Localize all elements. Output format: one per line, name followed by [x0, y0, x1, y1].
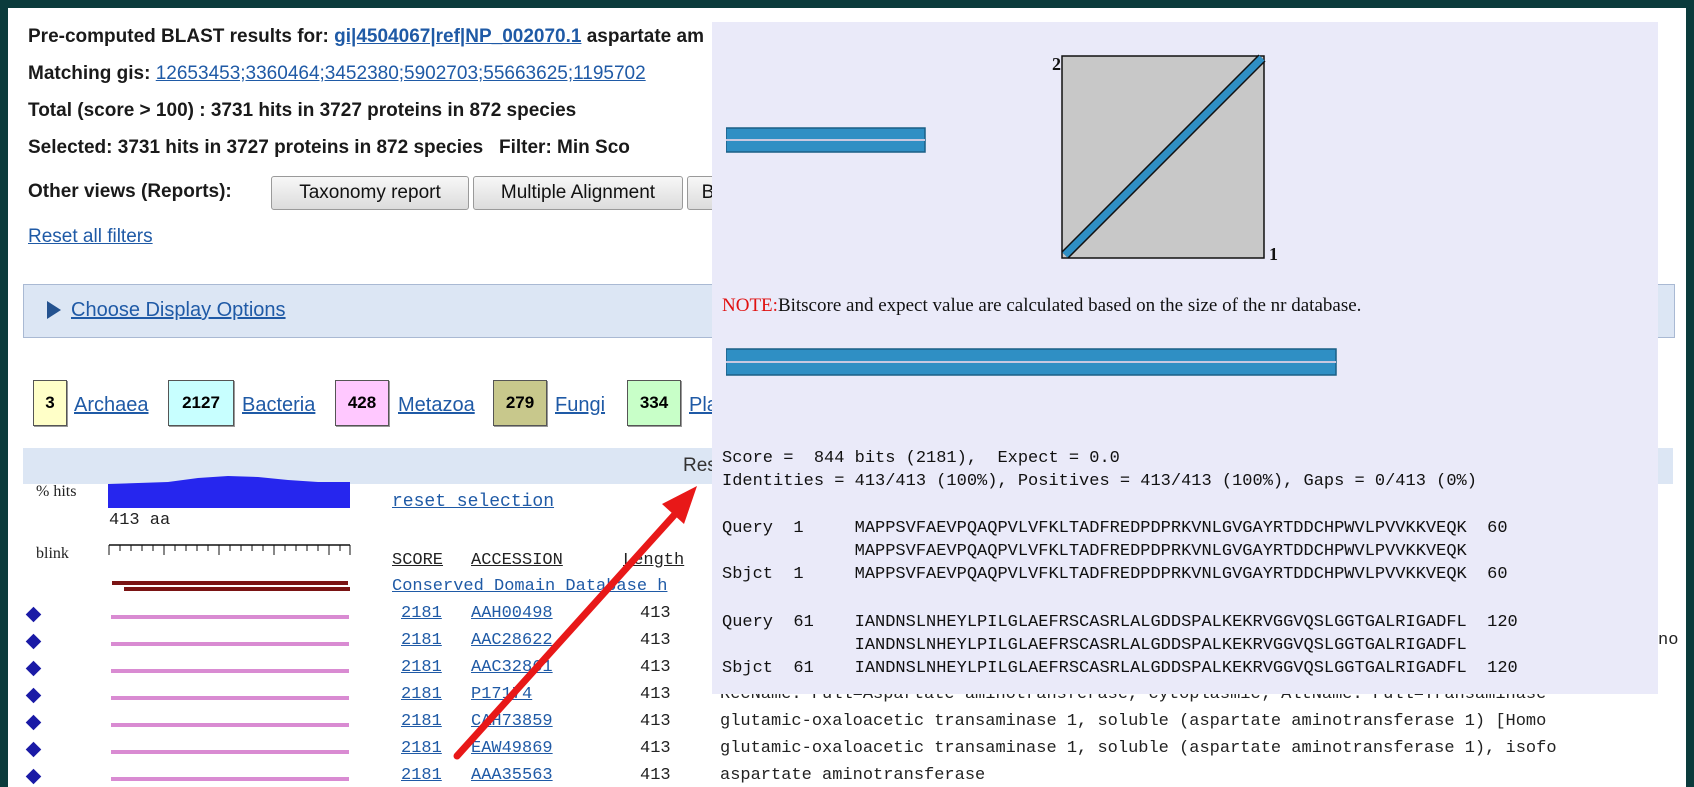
- score-column-header[interactable]: SCORE: [392, 551, 443, 570]
- taxonomy-report-button[interactable]: Taxonomy report: [271, 176, 469, 210]
- selected-hits-line: Selected: 3731 hits in 3727 proteins in …: [28, 137, 630, 158]
- score-link[interactable]: 2181: [401, 631, 442, 650]
- taxon-count-badge: 3: [33, 380, 67, 426]
- taxon-fungi[interactable]: 279 Fungi: [493, 380, 623, 428]
- taxon-count-badge: 428: [335, 380, 389, 426]
- note-prefix: NOTE:: [722, 295, 778, 316]
- diamond-marker-icon: [25, 714, 42, 731]
- diamond-marker-icon: [25, 606, 42, 623]
- matching-gis-line: Matching gis: 12653453;3360464;3452380;5…: [28, 63, 646, 85]
- diamond-marker-icon: [25, 768, 42, 785]
- description-cell: glutamic-oxaloacetic transaminase 1, sol…: [720, 712, 1547, 731]
- alignment-block-2: Query 61 IANDNSLNHEYLPILGLAEFRSCASRLALGD…: [722, 613, 1518, 678]
- score-link[interactable]: 2181: [401, 766, 442, 785]
- length-cell: 413: [640, 658, 671, 677]
- alignment-line[interactable]: [111, 615, 349, 619]
- alignment-line[interactable]: [111, 723, 349, 727]
- score-link[interactable]: 2181: [401, 712, 442, 731]
- alignment-block-1: Query 1 MAPPSVFAEVPQAQPVLVFKLTADFREDPDPR…: [722, 519, 1508, 584]
- other-views-label: Other views (Reports):: [28, 181, 232, 202]
- matching-gis-label: Matching gis:: [28, 63, 151, 84]
- choose-display-options-link[interactable]: Choose Display Options: [71, 299, 286, 322]
- total-hits-line: Total (score > 100) : 3731 hits in 3727 …: [28, 100, 577, 121]
- percent-hits-label: % hits: [36, 483, 77, 500]
- description-cell: glutamic-oxaloacetic transaminase 1, sol…: [720, 739, 1557, 758]
- identities-line: Identities = 413/413 (100%), Positives =…: [722, 472, 1477, 491]
- precomputed-label: Pre-computed BLAST results for:: [28, 26, 329, 47]
- diamond-marker-icon: [25, 741, 42, 758]
- score-line: Score = 844 bits (2181), Expect = 0.0: [722, 449, 1120, 468]
- table-row[interactable]: 2181 CAH73859 413 glutamic-oxaloacetic t…: [8, 712, 1686, 739]
- length-cell: 413: [640, 739, 671, 758]
- hits-histogram[interactable]: [108, 474, 350, 508]
- matching-gis-link[interactable]: 12653453;3360464;3452380;5902703;5566362…: [156, 63, 646, 84]
- query-description: aspartate am: [586, 26, 704, 47]
- description-cell: aspartate aminotransferase: [720, 766, 986, 785]
- alignment-line[interactable]: [111, 669, 349, 673]
- accession-link[interactable]: P17174: [471, 685, 532, 704]
- score-link[interactable]: 2181: [401, 685, 442, 704]
- alignment-popup: 2 1 NOTE:Bitscore and expect value are c…: [712, 22, 1658, 694]
- taxon-link-archaea[interactable]: Archaea: [74, 394, 149, 417]
- accession-link[interactable]: EAW49869: [471, 739, 553, 758]
- length-cell: 413: [640, 766, 671, 785]
- diamond-marker-icon: [25, 660, 42, 677]
- score-link[interactable]: 2181: [401, 658, 442, 677]
- taxon-plants[interactable]: 334 Pla: [627, 380, 718, 428]
- taxon-link-fungi[interactable]: Fungi: [555, 394, 605, 417]
- taxon-count-badge: 279: [493, 380, 547, 426]
- reset-selection-link[interactable]: reset selection: [392, 492, 554, 512]
- taxon-count-badge: 2127: [168, 380, 234, 426]
- alignment-line[interactable]: [111, 642, 349, 646]
- dot-plot: 2 1: [1052, 54, 1278, 264]
- sequence-ruler: [108, 544, 351, 591]
- expand-triangle-icon[interactable]: [47, 301, 61, 319]
- precomputed-line: Pre-computed BLAST results for: gi|45040…: [28, 26, 704, 48]
- taxon-link-bacteria[interactable]: Bacteria: [242, 394, 315, 417]
- blink-label: blink: [36, 545, 69, 562]
- query-coverage-bar: [726, 127, 926, 153]
- taxon-count-badge: 334: [627, 380, 681, 426]
- score-link[interactable]: 2181: [401, 739, 442, 758]
- taxon-link-metazoa[interactable]: Metazoa: [398, 394, 475, 417]
- subject-coverage-bar: [726, 348, 1337, 376]
- length-cell: 413: [640, 631, 671, 650]
- sequence-length-label: 413 aa: [109, 511, 171, 530]
- note-text: Bitscore and expect value are calculated…: [777, 295, 1362, 316]
- diamond-marker-icon: [25, 633, 42, 650]
- accession-link[interactable]: AAC32861: [471, 658, 553, 677]
- taxon-metazoa[interactable]: 428 Metazoa: [335, 380, 495, 428]
- accession-column-header[interactable]: ACCESSION: [471, 551, 563, 570]
- alignment-line[interactable]: [111, 696, 349, 700]
- database-note: NOTE:Bitscore and expect value are calcu…: [722, 295, 1361, 317]
- table-row[interactable]: 2181 AAA35563 413 aspartate aminotransfe…: [8, 766, 1686, 787]
- taxon-bacteria[interactable]: 2127 Bacteria: [168, 380, 328, 428]
- length-column-header[interactable]: Length: [623, 551, 684, 570]
- conserved-domain-link[interactable]: Conserved Domain Database h: [392, 577, 667, 596]
- length-cell: 413: [640, 712, 671, 731]
- accession-link[interactable]: AAH00498: [471, 604, 553, 623]
- query-gi-link[interactable]: gi|4504067|ref|NP_002070.1: [334, 26, 581, 47]
- diamond-marker-icon: [25, 687, 42, 704]
- alignment-line[interactable]: [111, 777, 349, 781]
- dotplot-x-label: 1: [1269, 244, 1278, 264]
- blast-link-page: Pre-computed BLAST results for: gi|45040…: [8, 8, 1686, 787]
- description-fragment: no: [1658, 631, 1679, 650]
- multiple-alignment-button[interactable]: Multiple Alignment: [473, 176, 683, 210]
- accession-link[interactable]: AAA35563: [471, 766, 553, 785]
- table-row[interactable]: 2181 EAW49869 413 glutamic-oxaloacetic t…: [8, 739, 1686, 766]
- taxon-archaea[interactable]: 3 Archaea: [33, 380, 149, 428]
- length-cell: 413: [640, 685, 671, 704]
- accession-link[interactable]: AAC28622: [471, 631, 553, 650]
- dotplot-y-label: 2: [1052, 54, 1061, 74]
- accession-link[interactable]: CAH73859: [471, 712, 553, 731]
- reset-all-filters-link[interactable]: Reset all filters: [28, 226, 153, 248]
- length-cell: 413: [640, 604, 671, 623]
- alignment-line[interactable]: [111, 750, 349, 754]
- score-link[interactable]: 2181: [401, 604, 442, 623]
